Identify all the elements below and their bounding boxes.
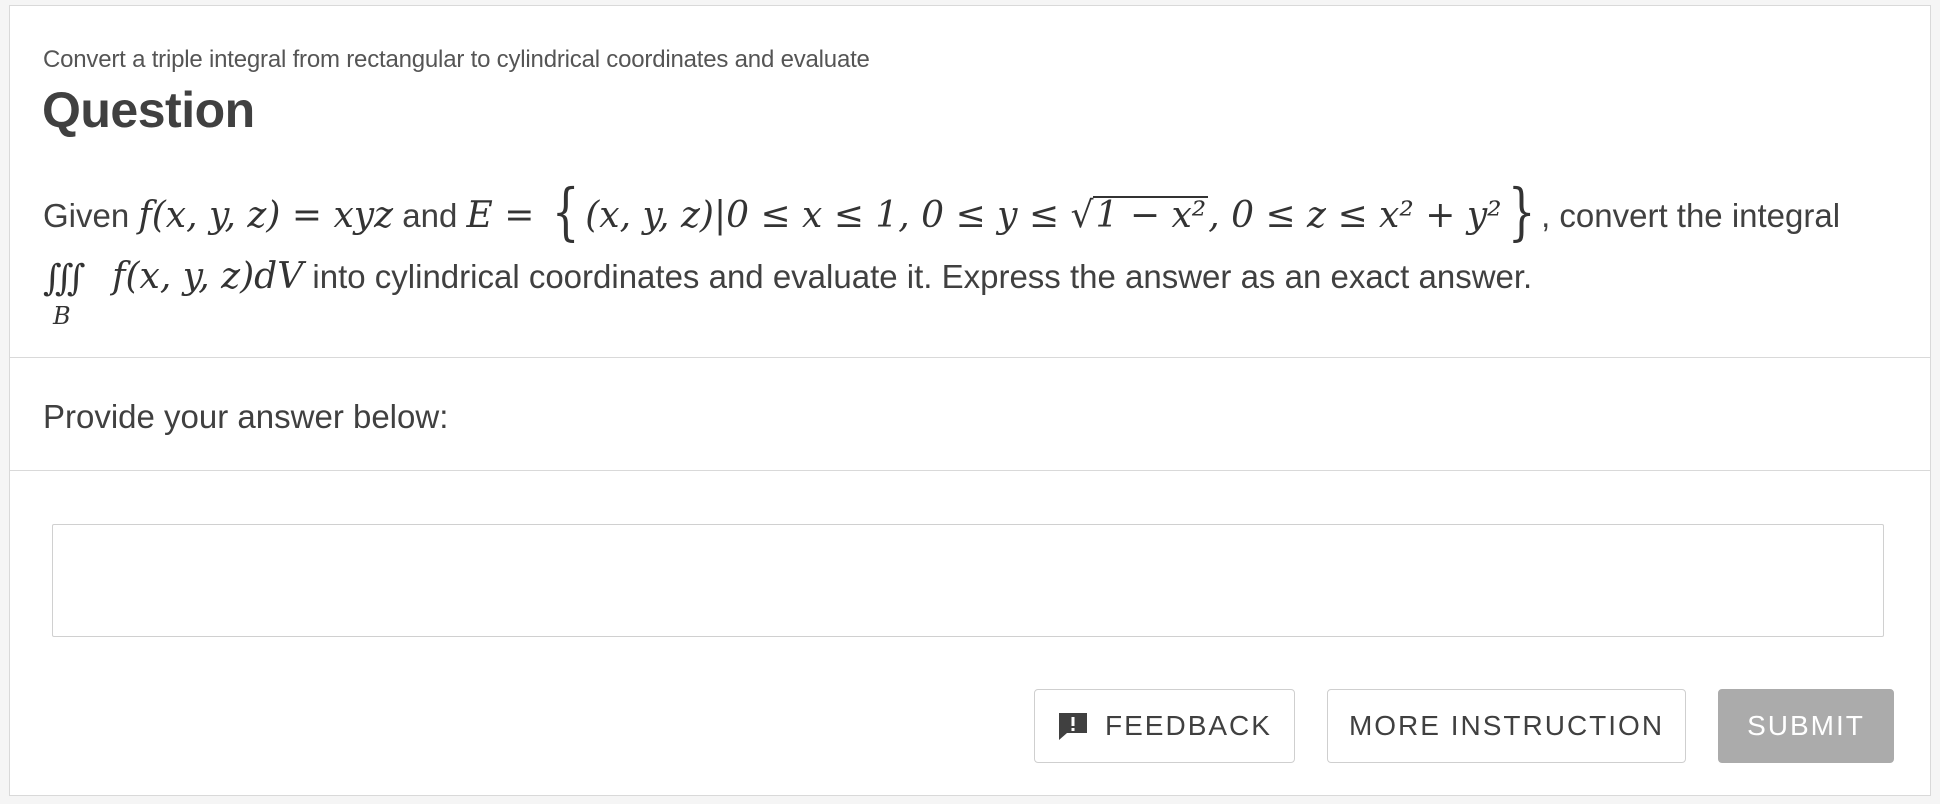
answer-prompt: Provide your answer below: [43,398,449,435]
integrand: f(x, y, z)dV [112,256,304,297]
region-name: E = [466,195,546,236]
and-label: and [402,197,458,234]
region-conditions-end: , 0 ≤ z ≤ x² + y² [1208,195,1502,236]
set-open-brace: { [551,175,580,248]
submit-button[interactable]: SUBMIT [1718,689,1894,763]
set-close-brace: } [1507,175,1536,248]
page-title: Question [42,82,255,138]
more-instruction-button[interactable]: MORE INSTRUCTION [1327,689,1686,763]
feedback-button-label: FEEDBACK [1105,710,1272,741]
more-instruction-button-label: MORE INSTRUCTION [1348,710,1665,741]
submit-button-label: SUBMIT [1747,710,1865,741]
triple-integral-symbol: ∭ [43,258,85,299]
function-definition: f(x, y, z) = xyz [138,195,394,236]
question-subtitle: Convert a triple integral from rectangul… [43,46,870,73]
integral-region-subscript: B [53,302,71,330]
answer-prompt-section: Provide your answer below: [10,358,1930,471]
question-text-line-2: ∭ B f(x, y, z)dV into cylindrical coordi… [43,254,1533,328]
feedback-button[interactable]: FEEDBACK [1034,689,1295,763]
region-conditions-start: (x, y, z)|0 ≤ x ≤ 1, 0 ≤ y ≤ [585,195,1071,236]
question-card: Convert a triple integral from rectangul… [9,5,1931,796]
question-line-1-tail: , convert the integral [1541,197,1841,234]
answer-input[interactable] [52,524,1884,637]
question-section: Convert a triple integral from rectangul… [10,6,1930,358]
square-root-radicand: 1 − x² [1093,195,1209,236]
triple-integral: ∭ B [43,256,103,328]
given-label: Given [43,197,130,234]
feedback-icon [1059,713,1088,740]
square-root: √1 − x² [1070,195,1209,236]
question-line-2-tail: into cylindrical coordinates and evaluat… [312,258,1533,295]
question-text-line-1: Given f(x, y, z) = xyz and E = {(x, y, z… [43,175,1841,248]
